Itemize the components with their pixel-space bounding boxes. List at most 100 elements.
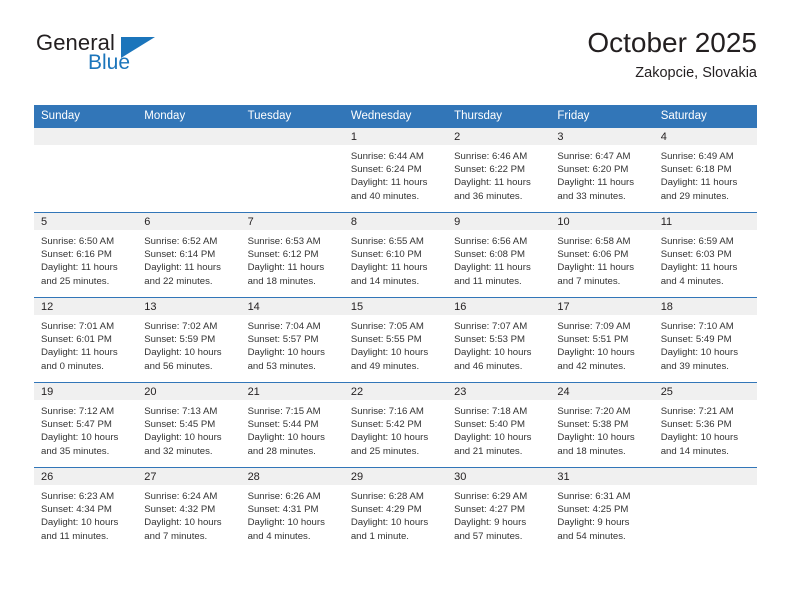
daylight-duration-line-2: and 4 minutes. <box>247 530 311 542</box>
calendar-day-cell[interactable]: 8 Sunrise: 6:55 AM Sunset: 6:10 PM Daylight… <box>343 212 448 298</box>
sunrise-time: Sunrise: 7:15 AM <box>247 406 321 417</box>
daylight-duration-line-2: and 39 minutes. <box>660 360 729 372</box>
day-details: Sunrise: 6:49 AM Sunset: 6:18 PM Daylight:… <box>654 145 757 203</box>
calendar-day-cell[interactable]: 2 Sunrise: 6:46 AM Sunset: 6:22 PM Daylight… <box>447 128 551 213</box>
calendar-day-cell[interactable]: 11 Sunrise: 6:59 AM Sunset: 6:03 PM Dayligh… <box>653 212 757 298</box>
daylight-duration-line-2: and 49 minutes. <box>350 360 420 372</box>
sunset-time: Sunset: 5:36 PM <box>660 419 732 431</box>
day-details: Sunrise: 6:50 AM Sunset: 6:16 PM Daylight:… <box>34 230 137 288</box>
day-details: Sunrise: 6:29 AM Sunset: 4:27 PM Daylight:… <box>447 485 550 543</box>
sunrise-time: Sunrise: 7:21 AM <box>660 406 734 417</box>
daylight-duration-line-2: and 33 minutes. <box>557 190 626 202</box>
sunrise-time: Sunrise: 7:01 AM <box>41 321 115 332</box>
calendar-day-cell[interactable]: 20 Sunrise: 7:13 AM Sunset: 5:45 PM Dayligh… <box>137 382 241 468</box>
calendar-day-cell-empty <box>137 128 241 213</box>
sunset-time: Sunset: 6:12 PM <box>247 249 319 261</box>
daylight-duration-line-2: and 56 minutes. <box>144 360 213 372</box>
calendar-body: 1 Sunrise: 6:44 AM Sunset: 6:24 PM Daylight… <box>34 128 757 552</box>
calendar-day-cell[interactable]: 14 Sunrise: 7:04 AM Sunset: 5:57 PM Dayligh… <box>240 297 344 383</box>
weekday-header-tuesday: Tuesday <box>240 105 344 128</box>
calendar-day-cell[interactable]: 31 Sunrise: 6:31 AM Sunset: 4:25 PM Dayligh… <box>550 467 654 552</box>
day-number: 30 <box>447 468 551 485</box>
day-details: Sunrise: 6:31 AM Sunset: 4:25 PM Daylight:… <box>550 485 653 543</box>
day-number: 24 <box>550 383 654 400</box>
day-number: 22 <box>343 383 448 400</box>
daylight-duration-line-2: and 40 minutes. <box>350 190 420 202</box>
calendar-day-cell[interactable]: 15 Sunrise: 7:05 AM Sunset: 5:55 PM Dayligh… <box>343 297 448 383</box>
calendar-day-cell[interactable]: 22 Sunrise: 7:16 AM Sunset: 5:42 PM Dayligh… <box>343 382 448 468</box>
sunrise-time: Sunrise: 7:18 AM <box>454 406 528 417</box>
day-details: Sunrise: 6:46 AM Sunset: 6:22 PM Daylight:… <box>447 145 550 203</box>
sunset-time: Sunset: 6:01 PM <box>41 334 112 346</box>
day-number <box>137 128 241 145</box>
calendar-day-cell[interactable]: 13 Sunrise: 7:02 AM Sunset: 5:59 PM Dayligh… <box>137 297 241 383</box>
day-number: 3 <box>550 128 654 145</box>
daylight-duration-line-1: Daylight: 11 hours <box>660 262 738 274</box>
sunrise-time: Sunrise: 6:46 AM <box>454 151 528 162</box>
daylight-duration-line-1: Daylight: 11 hours <box>41 262 118 274</box>
calendar-day-cell[interactable]: 7 Sunrise: 6:53 AM Sunset: 6:12 PM Daylight… <box>240 212 344 298</box>
day-number: 2 <box>447 128 551 145</box>
general-blue-logo[interactable]: General Blue <box>34 30 254 90</box>
calendar-day-cell[interactable]: 4 Sunrise: 6:49 AM Sunset: 6:18 PM Daylight… <box>653 128 757 213</box>
calendar-day-cell[interactable]: 5 Sunrise: 6:50 AM Sunset: 6:16 PM Daylight… <box>34 212 138 298</box>
calendar-day-cell[interactable]: 25 Sunrise: 7:21 AM Sunset: 5:36 PM Dayligh… <box>653 382 757 468</box>
calendar-day-cell[interactable]: 3 Sunrise: 6:47 AM Sunset: 6:20 PM Daylight… <box>550 128 654 213</box>
daylight-duration-line-1: Daylight: 11 hours <box>557 177 635 189</box>
calendar-day-cell[interactable]: 6 Sunrise: 6:52 AM Sunset: 6:14 PM Daylight… <box>137 212 241 298</box>
day-number: 20 <box>137 383 241 400</box>
calendar-day-cell[interactable]: 18 Sunrise: 7:10 AM Sunset: 5:49 PM Dayligh… <box>653 297 757 383</box>
sunrise-time: Sunrise: 6:28 AM <box>350 491 424 502</box>
sunset-time: Sunset: 5:40 PM <box>454 419 526 431</box>
calendar-day-cell[interactable]: 16 Sunrise: 7:07 AM Sunset: 5:53 PM Dayligh… <box>447 297 551 383</box>
daylight-duration-line-2: and 11 minutes. <box>454 275 522 287</box>
weekday-header-thursday: Thursday <box>447 105 551 128</box>
daylight-duration-line-2: and 11 minutes. <box>41 530 109 542</box>
calendar-day-cell[interactable]: 1 Sunrise: 6:44 AM Sunset: 6:24 PM Daylight… <box>343 128 448 213</box>
calendar-week-row: 5 Sunrise: 6:50 AM Sunset: 6:16 PM Daylight… <box>34 212 757 298</box>
page-title: October 2025 <box>587 27 757 58</box>
sunrise-time: Sunrise: 7:07 AM <box>454 321 528 332</box>
sunrise-time: Sunrise: 7:20 AM <box>557 406 631 417</box>
sunrise-time: Sunrise: 6:56 AM <box>454 236 528 247</box>
sunset-time: Sunset: 5:51 PM <box>557 334 629 346</box>
calendar-day-cell[interactable]: 23 Sunrise: 7:18 AM Sunset: 5:40 PM Dayligh… <box>447 382 551 468</box>
calendar-day-cell-empty <box>240 128 344 213</box>
daylight-duration-line-2: and 57 minutes. <box>454 530 523 542</box>
sunset-time: Sunset: 5:42 PM <box>350 419 422 431</box>
daylight-duration-line-1: Daylight: 11 hours <box>557 262 635 274</box>
sunrise-time: Sunrise: 7:13 AM <box>144 406 218 417</box>
calendar-day-cell[interactable]: 17 Sunrise: 7:09 AM Sunset: 5:51 PM Dayligh… <box>550 297 654 383</box>
daylight-duration-line-1: Daylight: 10 hours <box>144 517 222 529</box>
calendar-day-cell[interactable]: 10 Sunrise: 6:58 AM Sunset: 6:06 PM Dayligh… <box>550 212 654 298</box>
day-details: Sunrise: 7:16 AM Sunset: 5:42 PM Daylight:… <box>344 400 447 458</box>
daylight-duration-line-1: Daylight: 9 hours <box>454 517 527 529</box>
calendar-day-cell[interactable]: 26 Sunrise: 6:23 AM Sunset: 4:34 PM Dayligh… <box>34 467 138 552</box>
calendar-day-cell[interactable]: 21 Sunrise: 7:15 AM Sunset: 5:44 PM Dayligh… <box>240 382 344 468</box>
day-details: Sunrise: 6:24 AM Sunset: 4:32 PM Daylight:… <box>137 485 240 543</box>
day-number <box>240 128 344 145</box>
sunset-time: Sunset: 6:24 PM <box>350 164 422 176</box>
weekday-header-wednesday: Wednesday <box>343 105 448 128</box>
daylight-duration-line-2: and 21 minutes. <box>454 445 523 457</box>
sunset-time: Sunset: 5:47 PM <box>41 419 112 431</box>
calendar-day-cell[interactable]: 27 Sunrise: 6:24 AM Sunset: 4:32 PM Dayligh… <box>137 467 241 552</box>
day-number: 18 <box>653 298 757 315</box>
page-header: General Blue October 2025 Zakopcie, Slov… <box>34 27 757 92</box>
calendar-day-cell[interactable]: 28 Sunrise: 6:26 AM Sunset: 4:31 PM Dayligh… <box>240 467 344 552</box>
calendar-day-cell[interactable]: 30 Sunrise: 6:29 AM Sunset: 4:27 PM Dayligh… <box>447 467 551 552</box>
calendar-day-cell[interactable]: 24 Sunrise: 7:20 AM Sunset: 5:38 PM Dayligh… <box>550 382 654 468</box>
calendar-day-cell[interactable]: 12 Sunrise: 7:01 AM Sunset: 6:01 PM Dayligh… <box>34 297 138 383</box>
calendar-day-cell[interactable]: 29 Sunrise: 6:28 AM Sunset: 4:29 PM Dayligh… <box>343 467 448 552</box>
sunrise-time: Sunrise: 7:02 AM <box>144 321 218 332</box>
sunrise-time: Sunrise: 7:12 AM <box>41 406 115 417</box>
day-details: Sunrise: 6:55 AM Sunset: 6:10 PM Daylight:… <box>344 230 447 288</box>
daylight-duration-line-2: and 54 minutes. <box>557 530 626 542</box>
daylight-duration-line-1: Daylight: 11 hours <box>454 177 531 189</box>
sunset-time: Sunset: 4:31 PM <box>247 504 319 516</box>
calendar-day-cell[interactable]: 19 Sunrise: 7:12 AM Sunset: 5:47 PM Dayligh… <box>34 382 138 468</box>
day-number: 6 <box>137 213 241 230</box>
daylight-duration-line-2: and 0 minutes. <box>41 360 104 372</box>
calendar-day-cell[interactable]: 9 Sunrise: 6:56 AM Sunset: 6:08 PM Daylight… <box>447 212 551 298</box>
day-details: Sunrise: 7:10 AM Sunset: 5:49 PM Daylight:… <box>654 315 757 373</box>
